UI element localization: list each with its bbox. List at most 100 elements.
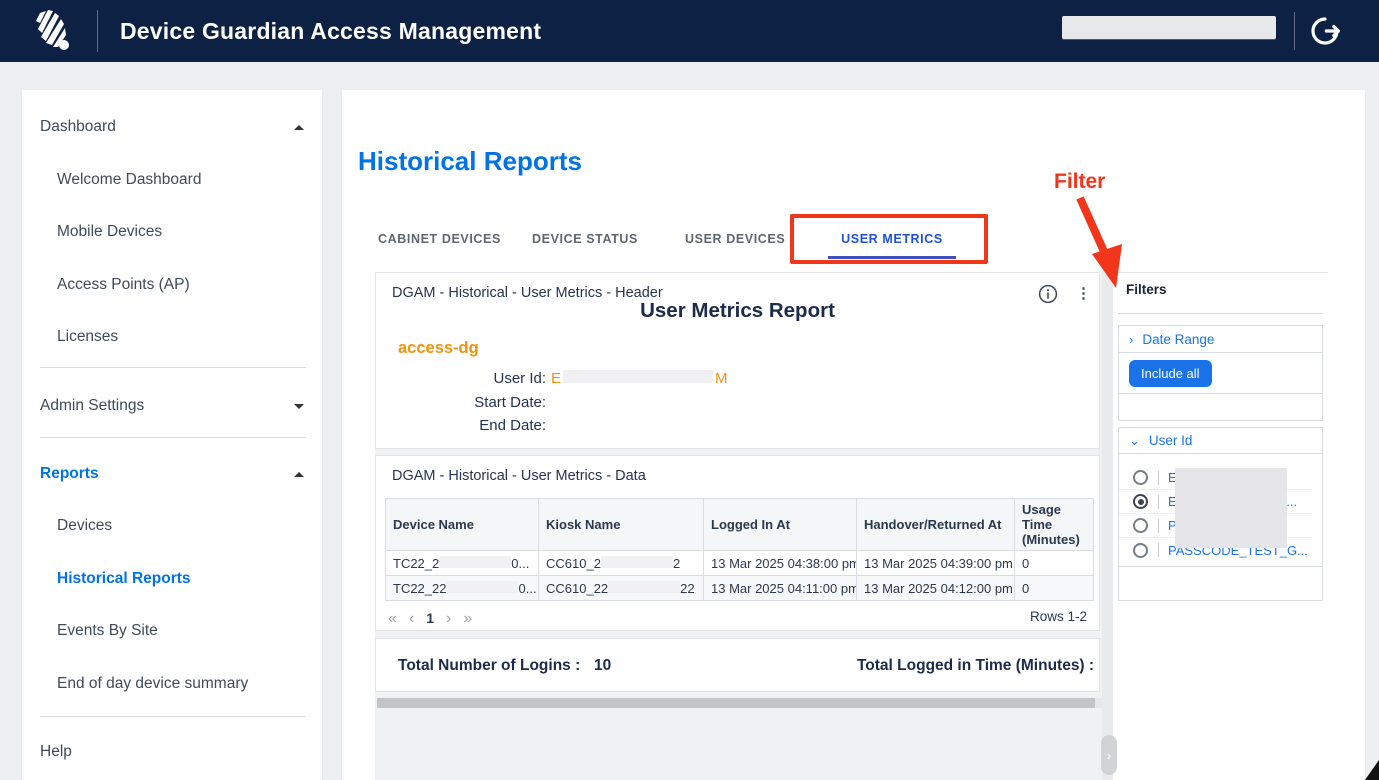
sidebar: Dashboard Welcome Dashboard Mobile Devic… [22,90,322,780]
col-handover-returned-at: Handover/Returned At [857,499,1015,551]
tab-user-devices[interactable]: USER DEVICES [685,215,783,263]
total-logins-value: 10 [594,639,611,692]
sidebar-item-mobile-devices[interactable]: Mobile Devices [57,220,304,244]
empty-filter-row [1119,394,1322,420]
col-device-name: Device Name [386,499,539,551]
site-name: access-dg [398,339,479,358]
sidebar-item-help[interactable]: Help [40,740,304,764]
navbar-divider [97,10,98,52]
empty-filter-row [1119,566,1322,600]
tab-cabinet-devices[interactable]: CABINET DEVICES [378,215,494,263]
annotation-filter-label: Filter [1054,170,1105,194]
user-email-redacted [1062,16,1276,39]
cell-handover: 13 Mar 2025 04:12:00 pm [857,576,1015,601]
sidebar-item-historical-reports[interactable]: Historical Reports [57,567,304,591]
sidebar-item-end-of-day[interactable]: End of day device summary [57,672,304,696]
sidebar-item-welcome-dashboard[interactable]: Welcome Dashboard [57,168,304,192]
cell-kiosk-name: CC610_2222 [539,576,704,601]
sidebar-item-reports[interactable]: Reports [40,462,304,486]
pagination-prev-icon[interactable]: ‹ [409,610,414,627]
include-all-button[interactable]: Include all [1129,360,1212,387]
app-window: Device Guardian Access Management Dashbo… [0,0,1379,780]
report-header-card: DGAM - Historical - User Metrics - Heade… [375,272,1100,449]
vertical-scrollbar-track[interactable] [1102,272,1113,780]
cell-kiosk-name: CC610_22 [539,551,704,576]
report-title: User Metrics Report [376,299,1099,323]
cell-redaction [608,581,680,593]
sidebar-divider [40,437,306,438]
cell-usage: 0 [1015,551,1094,576]
cell-device-name: TC22_220... [386,576,539,601]
active-tab-underline [828,256,956,259]
tab-device-status[interactable]: DEVICE STATUS [532,215,636,263]
chevron-down-icon[interactable]: ⌄ [1129,433,1140,449]
option-separator [1158,495,1159,509]
horizontal-scrollbar-thumb[interactable] [377,698,1095,708]
sidebar-item-label: Dashboard [40,118,116,135]
pagination-first-icon[interactable]: « [388,610,397,627]
sidebar-item-access-points[interactable]: Access Points (AP) [57,273,304,297]
filters-divider [1118,313,1323,314]
annotation-arrow-icon [1070,196,1134,298]
zebra-logo-icon [26,7,78,55]
report-data-card-title: DGAM - Historical - User Metrics - Data [392,468,646,484]
cell-device-name: TC22_20... [386,551,539,576]
main-content: Historical Reports CABINET DEVICES DEVIC… [342,90,1365,780]
navbar-divider [1294,12,1295,50]
report-totals-card: Total Number of Logins : 10 Total Logged… [375,638,1100,692]
user-id-label: User Id: [376,369,546,389]
user-id-redaction [563,370,713,383]
caret-up-icon[interactable] [294,125,304,130]
sidebar-item-events-by-site[interactable]: Events By Site [57,619,304,643]
radio-unselected[interactable] [1133,518,1148,533]
option-separator [1158,519,1159,533]
rows-count-label: Rows 1-2 [1030,609,1087,624]
cell-usage: 0 [1015,576,1094,601]
filter-options-redaction [1175,468,1287,548]
user-metrics-table: Device Name Kiosk Name Logged In At Hand… [385,498,1094,601]
chevron-right-icon[interactable]: › [1129,332,1133,347]
radio-unselected[interactable] [1133,543,1148,558]
caret-up-icon[interactable] [294,472,304,477]
total-logged-time-label: Total Logged in Time (Minutes) : 0 [857,639,1100,692]
total-logins-label: Total Number of Logins : [398,639,580,692]
date-range-label: Date Range [1142,332,1214,347]
filters-top-divider [1112,272,1328,273]
horizontal-scrollbar[interactable] [377,698,1112,708]
col-kiosk-name: Kiosk Name [539,499,704,551]
app-title: Device Guardian Access Management [120,0,541,62]
table-row: TC22_20... CC610_22 13 Mar 2025 04:38:00… [386,551,1094,576]
sidebar-item-admin-settings[interactable]: Admin Settings [40,394,304,418]
logout-icon[interactable] [1308,15,1342,47]
user-id-header[interactable]: ⌄ User Id [1119,428,1322,454]
end-date-row: End Date: [376,416,546,436]
radio-selected[interactable] [1133,494,1148,509]
report-viewer: DGAM - Historical - User Metrics - Heade… [375,272,1113,780]
page-title: Historical Reports [358,146,582,177]
user-id-filter-label: User Id [1149,433,1193,448]
pagination-last-icon[interactable]: » [463,610,472,627]
pagination-next-icon[interactable]: › [446,610,451,627]
sidebar-divider [40,367,306,368]
sidebar-item-licenses[interactable]: Licenses [57,325,304,349]
cell-logged-in: 13 Mar 2025 04:38:00 pm [704,551,857,576]
user-id-row: User Id: EM [376,369,728,389]
table-row: TC22_220... CC610_2222 13 Mar 2025 04:11… [386,576,1094,601]
sidebar-item-devices[interactable]: Devices [57,514,304,538]
col-usage-time: Usage Time (Minutes) [1015,499,1094,551]
option-separator [1158,543,1159,557]
date-range-filter-box: › Date Range Include all [1118,325,1323,421]
filter-panel-expand-handle[interactable]: › [1101,735,1117,775]
radio-unselected[interactable] [1133,470,1148,485]
include-all-row: Include all [1119,353,1322,394]
pagination: «‹1›» [388,606,484,630]
end-date-label: End Date: [376,416,546,436]
date-range-header[interactable]: › Date Range [1119,326,1322,353]
sidebar-item-dashboard[interactable]: Dashboard [40,115,304,139]
cell-handover: 13 Mar 2025 04:39:00 pm [857,551,1015,576]
caret-down-icon[interactable] [294,404,304,409]
report-data-card: DGAM - Historical - User Metrics - Data … [375,455,1100,631]
user-id-value: EM [551,370,728,387]
col-logged-in-at: Logged In At [704,499,857,551]
option-separator [1158,471,1159,485]
